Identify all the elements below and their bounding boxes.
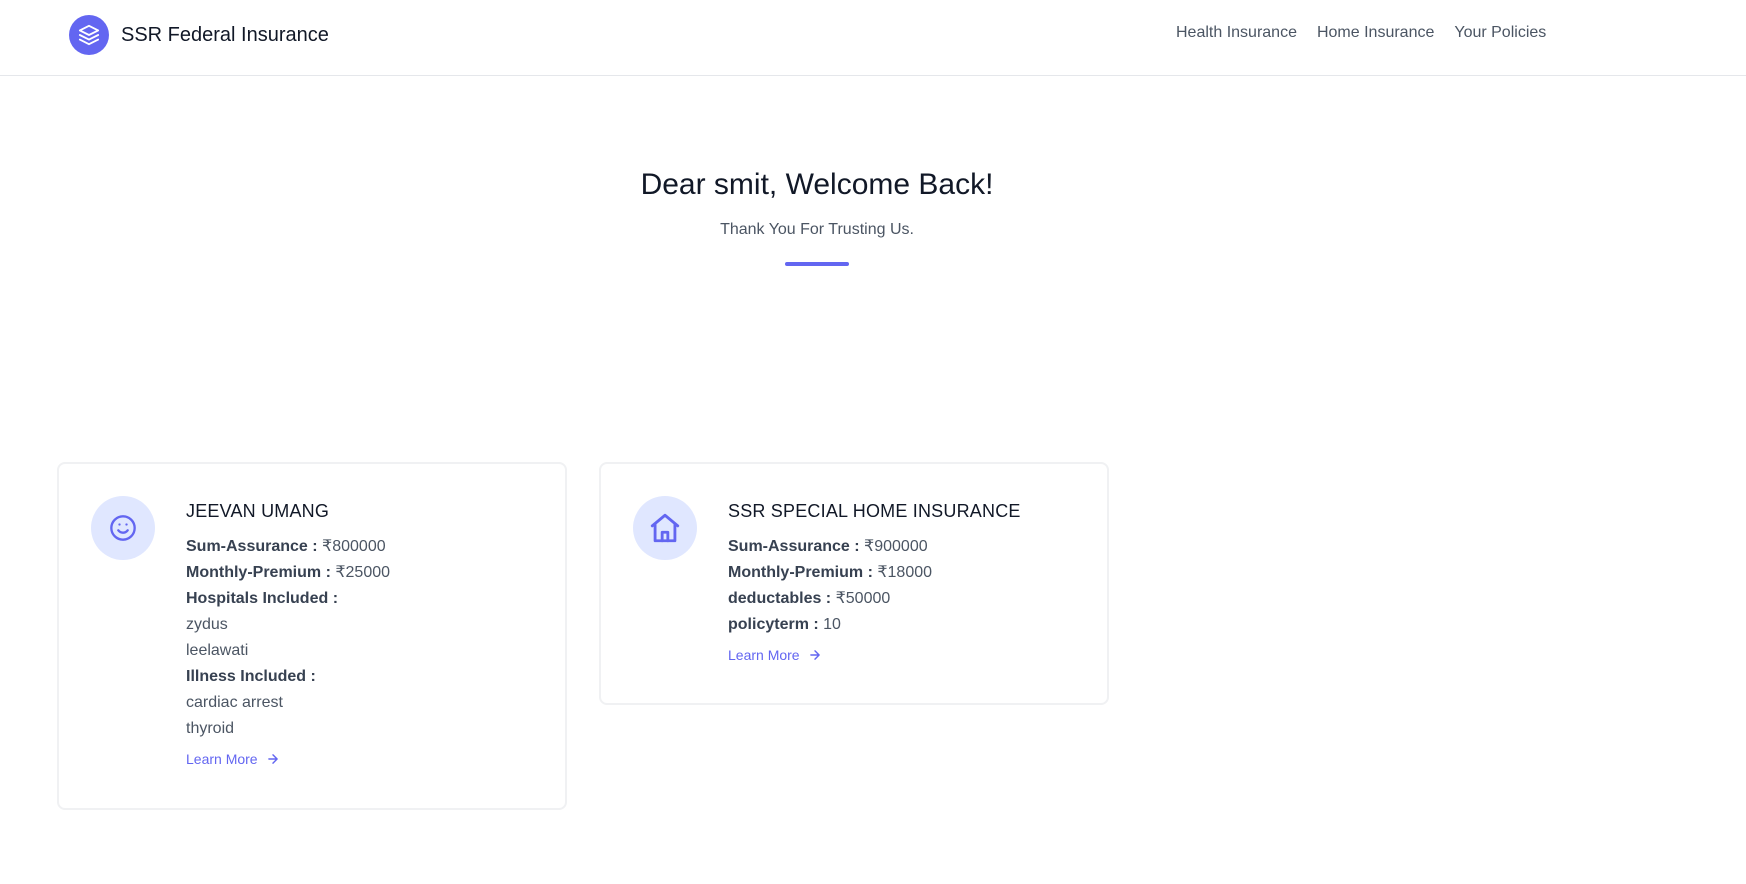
policyterm-value: 10 [823,616,841,633]
brand-name: SSR Federal Insurance [121,23,329,46]
smiley-face-icon [91,496,155,560]
nav-home-insurance[interactable]: Home Insurance [1317,24,1434,42]
deductables-value: ₹50000 [835,590,891,607]
policy-title: JEEVAN UMANG [186,501,330,521]
policy-card-home: SSR SPECIAL HOME INSURANCE Sum-Assurance… [599,462,1109,705]
brand[interactable]: SSR Federal Insurance [69,15,329,55]
learn-more-label: Learn More [728,647,800,663]
illness-included-label: Illness Included : [186,668,316,685]
sum-assurance-value: ₹900000 [864,538,928,555]
policy-card-body: JEEVAN UMANG Sum-Assurance : ₹800000 Mon… [186,501,545,769]
welcome-subtitle: Thank You For Trusting Us. [720,221,914,238]
illness-item: cardiac arrest [186,694,283,711]
sum-assurance-label: Sum-Assurance : [728,538,860,555]
monthly-premium-row: Monthly-Premium : ₹25000 [186,560,545,586]
learn-more-link[interactable]: Learn More [728,647,822,663]
sum-assurance-value: ₹800000 [322,538,386,555]
home-icon [633,496,697,560]
welcome-section: Dear smit, Welcome Back! Thank You For T… [0,168,1634,266]
monthly-premium-value: ₹18000 [877,564,933,581]
arrow-right-icon [809,650,820,660]
monthly-premium-row: Monthly-Premium : ₹18000 [728,560,1087,586]
policy-card-body: SSR SPECIAL HOME INSURANCE Sum-Assurance… [728,501,1087,665]
hospital-item: leelawati [186,642,249,659]
hospital-item: zydus [186,616,228,633]
sum-assurance-row: Sum-Assurance : ₹900000 [728,534,1087,560]
policy-card-health: JEEVAN UMANG Sum-Assurance : ₹800000 Mon… [57,462,567,810]
accent-divider [785,262,849,266]
illness-item: thyroid [186,720,235,737]
monthly-premium-label: Monthly-Premium : [186,564,331,581]
policy-details: Sum-Assurance : ₹800000 Monthly-Premium … [186,534,545,742]
arrow-right-icon [267,754,278,764]
policyterm-label: policyterm : [728,616,819,633]
main-nav: Health Insurance Home Insurance Your Pol… [1176,24,1546,42]
policyterm-row: policyterm : 10 [728,612,1087,638]
sum-assurance-label: Sum-Assurance : [186,538,318,555]
nav-your-policies[interactable]: Your Policies [1454,24,1546,42]
hospitals-included-row: Hospitals Included : [186,586,545,612]
learn-more-label: Learn More [186,751,258,767]
sum-assurance-row: Sum-Assurance : ₹800000 [186,534,545,560]
learn-more-link[interactable]: Learn More [186,751,280,767]
deductables-row: deductables : ₹50000 [728,586,1087,612]
policy-details: Sum-Assurance : ₹900000 Monthly-Premium … [728,534,1087,638]
deductables-label: deductables : [728,590,832,607]
hospitals-included-label: Hospitals Included : [186,590,339,607]
policy-title: SSR SPECIAL HOME INSURANCE [728,501,1021,521]
nav-health-insurance[interactable]: Health Insurance [1176,24,1297,42]
illness-included-row: Illness Included : [186,664,545,690]
monthly-premium-label: Monthly-Premium : [728,564,873,581]
welcome-title: Dear smit, Welcome Back! [640,168,994,201]
monthly-premium-value: ₹25000 [335,564,391,581]
top-navbar: SSR Federal Insurance Health Insurance H… [0,0,1746,76]
layers-icon [69,15,109,55]
